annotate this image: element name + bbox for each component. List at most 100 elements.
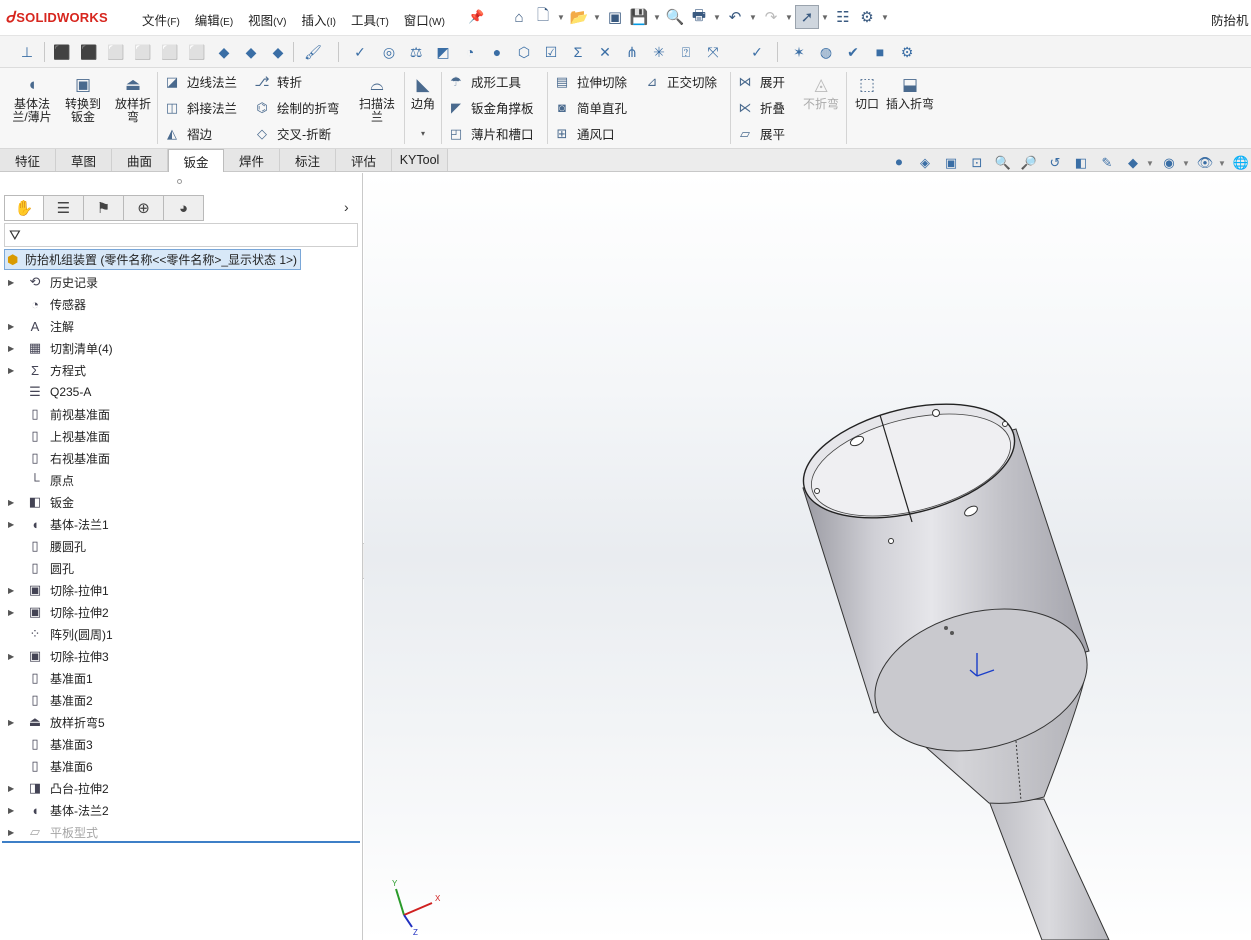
measure-icon[interactable]: ◎	[377, 40, 401, 64]
print-preview-icon[interactable]: 🔍	[663, 5, 687, 29]
tab-sheet-metal[interactable]: 钣金	[168, 149, 224, 172]
sketch-check-icon[interactable]: ☑	[539, 40, 563, 64]
print-icon[interactable]: 🖶	[687, 5, 711, 29]
appearance-icon[interactable]: 🖌	[301, 40, 325, 64]
feature-tree-item[interactable]: ▯ 基准面1	[0, 667, 362, 689]
equations-icon[interactable]: Σ	[566, 40, 590, 64]
expand-arrow-icon[interactable]: ▶	[8, 784, 18, 793]
spell-check-icon[interactable]: ✓	[348, 40, 372, 64]
filter-icon[interactable]: ⛛	[9, 227, 21, 244]
no-bends-button[interactable]: ◬ 不折弯	[800, 72, 842, 111]
menu-edit[interactable]: 编辑(E)	[195, 10, 233, 29]
feature-tree-item[interactable]: ▶ A 注解	[0, 315, 362, 337]
feature-tree-item[interactable]: ☰ Q235-A	[0, 381, 362, 403]
cross-break-button[interactable]: ◇ 交叉-折断	[253, 124, 331, 143]
tab-markup[interactable]: 标注	[280, 149, 336, 171]
select-icon[interactable]: ➚	[795, 5, 819, 29]
feature-tree-item[interactable]: ▶ ▦ 切割清单(4)	[0, 337, 362, 359]
extruded-cut-button[interactable]: ▤ 拉伸切除	[553, 72, 627, 91]
feature-tree-item[interactable]: ▶ ▣ 切除-拉伸1	[0, 579, 362, 601]
traffic-light-icon[interactable]: ⚫	[886, 153, 912, 173]
rip-button[interactable]: ⬚ 切口	[850, 72, 884, 111]
feature-tree-item[interactable]: ▶ ◨ 凸台-拉伸2	[0, 777, 362, 799]
parting-line-icon[interactable]: ⍰	[674, 40, 698, 64]
tab-surfaces[interactable]: 曲面	[112, 149, 168, 171]
save-dropdown-icon[interactable]: ▼	[651, 13, 663, 22]
expand-arrow-icon[interactable]: ▶	[8, 322, 18, 331]
rollback-bar[interactable]	[2, 841, 360, 843]
insert-bends-button[interactable]: ⬓ 插入折弯	[886, 72, 934, 111]
tab-sketch[interactable]: 草图	[56, 149, 112, 171]
feature-tree-item[interactable]: ▯ 基准面3	[0, 733, 362, 755]
open-icon[interactable]: 📂	[567, 5, 591, 29]
check-active-icon[interactable]: ✔	[841, 40, 865, 64]
edge-flange-button[interactable]: ◪ 边线法兰	[163, 72, 237, 91]
expand-arrow-icon[interactable]: ▶	[8, 278, 18, 287]
feature-tree-item[interactable]: ▶ ⟲ 历史记录	[0, 271, 362, 293]
print-dropdown-icon[interactable]: ▼	[711, 13, 723, 22]
model-view[interactable]: Y X Z	[364, 173, 1251, 940]
cube-view-4-icon[interactable]: ⬜	[131, 40, 155, 64]
expand-arrow-icon[interactable]: ▶	[8, 498, 18, 507]
tab-weldments[interactable]: 焊件	[224, 149, 280, 171]
menu-insert[interactable]: 插入(I)	[302, 10, 336, 29]
mass-properties-icon[interactable]: ⚖	[404, 40, 428, 64]
costing-icon[interactable]: ⚙	[895, 40, 919, 64]
new-file-icon[interactable]: 🗋	[531, 5, 555, 29]
cube-view-3-icon[interactable]: ⬜	[104, 40, 128, 64]
display-manager-tab-icon[interactable]: ◕	[164, 195, 204, 221]
compare-icon[interactable]: ■	[868, 40, 892, 64]
corner-dropdown-icon[interactable]: ▾	[421, 127, 425, 140]
zebra-stripes-icon[interactable]: ✶	[787, 40, 811, 64]
view-orientation-cube-icon[interactable]: ◆	[1120, 153, 1146, 173]
feature-tree-item[interactable]: ▶ ◖ 基体-法兰2	[0, 799, 362, 821]
zoom-to-fit-icon[interactable]: 🔍	[990, 153, 1016, 173]
select-dropdown-icon[interactable]: ▼	[819, 13, 831, 22]
hide-show-dropdown-icon[interactable]: ▼	[1218, 159, 1228, 168]
check-icon[interactable]: ●	[485, 40, 509, 64]
options-icon[interactable]: ⚙	[855, 5, 879, 29]
flatten-button[interactable]: ▱ 展平	[736, 124, 785, 143]
property-manager-tab-icon[interactable]: ☰	[44, 195, 84, 221]
tree-filter-bar[interactable]: ⛛	[4, 223, 358, 247]
cube-view-2-icon[interactable]: ⬛	[77, 40, 101, 64]
zoom-area-icon[interactable]: 🔎	[1016, 153, 1042, 173]
feature-tree-item[interactable]: ▶ ▣ 切除-拉伸2	[0, 601, 362, 623]
isometric-view-icon[interactable]: ◆	[212, 40, 236, 64]
feature-tree-item[interactable]: ⁘ 阵列(圆周)1	[0, 623, 362, 645]
display-style-icon[interactable]: ◉	[1156, 153, 1182, 173]
expand-arrow-icon[interactable]: ▶	[8, 366, 18, 375]
deviation-analysis-icon[interactable]: ⤧	[701, 40, 725, 64]
feature-manager-tab-icon[interactable]: ✋	[4, 195, 44, 221]
import-diagnostics-icon[interactable]: ✓	[745, 40, 769, 64]
performance-icon[interactable]: ◔	[458, 40, 482, 64]
feature-tree-item[interactable]: ▶ ⏏ 放样折弯5	[0, 711, 362, 733]
undo-icon[interactable]: ↶	[723, 5, 747, 29]
feature-tree-item[interactable]: ▶ ▣ 切除-拉伸3	[0, 645, 362, 667]
dimxpert-manager-tab-icon[interactable]: ⊕	[124, 195, 164, 221]
edit-appearance-icon[interactable]: 🌐	[1228, 153, 1251, 173]
expand-arrow-icon[interactable]: ▶	[8, 828, 18, 837]
feature-tree-item[interactable]: ▶ ▱ 平板型式	[0, 821, 362, 843]
view-palette-icon[interactable]: ◈	[912, 153, 938, 173]
expand-arrow-icon[interactable]: ▶	[8, 344, 18, 353]
dynamic-annotation-icon[interactable]: ✎	[1094, 153, 1120, 173]
new-dropdown-icon[interactable]: ▼	[555, 13, 567, 22]
home-icon[interactable]: ⌂	[507, 5, 531, 29]
feature-tree-item[interactable]: ▯ 腰圆孔	[0, 535, 362, 557]
display-style-dropdown-icon[interactable]: ▼	[1182, 159, 1192, 168]
draft-analysis-icon[interactable]: ⋔	[620, 40, 644, 64]
app-logo[interactable]: Ꮷ SOLIDWORKS	[6, 9, 108, 26]
section-view-icon[interactable]: ◧	[1068, 153, 1094, 173]
feature-tree-item[interactable]: ▶ ◖ 基体-法兰1	[0, 513, 362, 535]
configuration-manager-tab-icon[interactable]: ⚑	[84, 195, 124, 221]
feature-tree-root[interactable]: ⬢ 防抬机组装置 (零件名称<<零件名称>_显示状态 1>)	[4, 249, 302, 270]
vent-button[interactable]: ⊞ 通风口	[553, 124, 615, 143]
expand-arrow-icon[interactable]: ▶	[8, 586, 18, 595]
view-orientation-icon[interactable]: ▣	[938, 153, 964, 173]
previous-zoom-icon[interactable]: ↺	[1042, 153, 1068, 173]
feature-tree-item[interactable]: ▯ 基准面6	[0, 755, 362, 777]
normal-cut-button[interactable]: ⊿ 正交切除	[643, 72, 717, 91]
feature-tree-item[interactable]: ▯ 圆孔	[0, 557, 362, 579]
redo-dropdown-icon[interactable]: ▼	[783, 13, 795, 22]
